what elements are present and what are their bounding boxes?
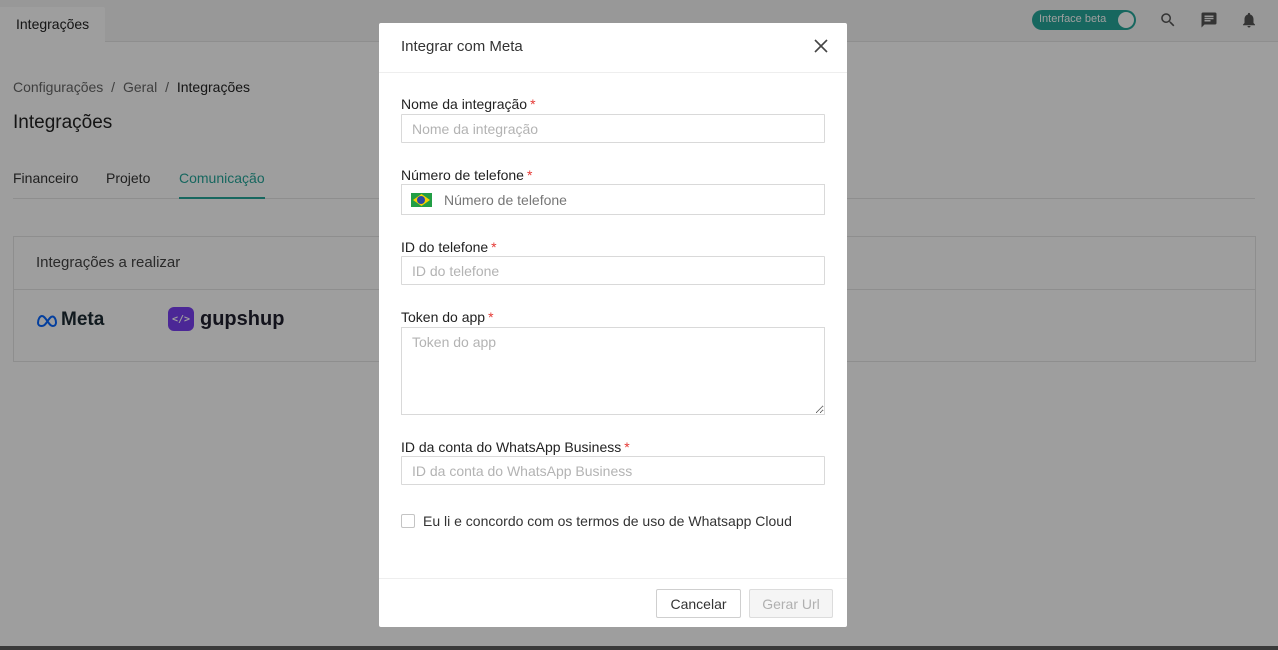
required-marker: * [624, 439, 630, 455]
required-marker: * [530, 96, 536, 112]
app-token-label: Token do app * [401, 309, 494, 325]
modal-header: Integrar com Meta [379, 23, 847, 73]
terms-row: Eu li e concordo com os termos de uso de… [401, 513, 792, 529]
integrate-meta-modal: Integrar com Meta Nome da integração* Nú… [379, 23, 847, 627]
cancel-button[interactable]: Cancelar [656, 589, 741, 618]
required-marker: * [491, 239, 497, 255]
integration-name-input[interactable] [401, 114, 825, 143]
phone-id-label: ID do telefone * [401, 239, 497, 255]
phone-number-label: Número de telefone * [401, 167, 533, 183]
whatsapp-business-id-input[interactable] [401, 456, 825, 485]
required-marker: * [488, 309, 494, 325]
phone-number-field [401, 184, 825, 215]
integration-name-label: Nome da integração * [401, 96, 536, 112]
phone-id-input[interactable] [401, 256, 825, 285]
whatsapp-business-id-label: ID da conta do WhatsApp Business * [401, 439, 630, 455]
modal-title: Integrar com Meta [401, 38, 523, 55]
modal-footer: Cancelar Gerar Url [379, 578, 847, 627]
close-icon[interactable] [814, 39, 830, 55]
phone-number-input[interactable] [444, 185, 824, 214]
generate-url-button[interactable]: Gerar Url [749, 589, 833, 618]
brazil-flag-icon[interactable] [411, 193, 432, 207]
terms-checkbox[interactable] [401, 514, 415, 528]
bottom-edge [0, 646, 1278, 650]
required-marker: * [526, 167, 533, 183]
app-token-textarea[interactable] [401, 327, 825, 415]
terms-checkbox-label[interactable]: Eu li e concordo com os termos de uso de… [423, 513, 792, 529]
